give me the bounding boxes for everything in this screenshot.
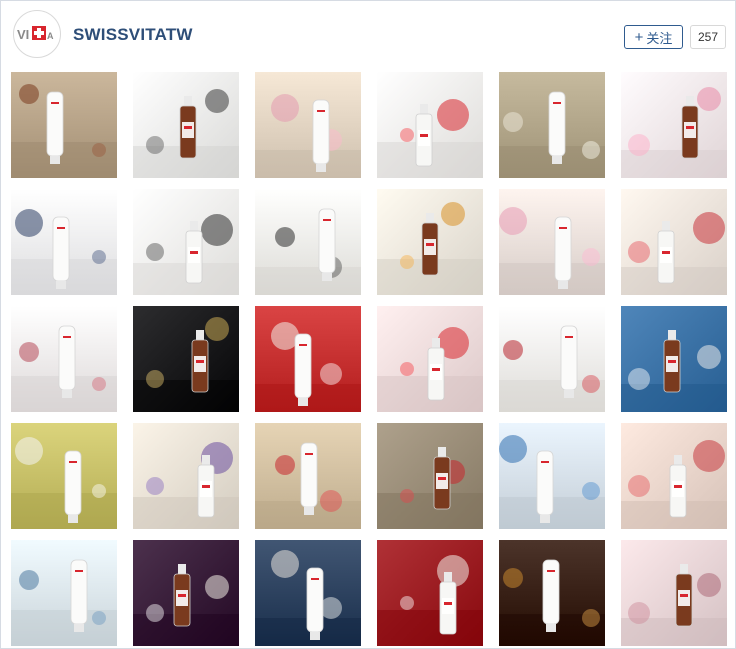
product-photo-image xyxy=(11,189,117,295)
photo-thumbnail[interactable] xyxy=(499,423,605,529)
follower-count-badge: 257 xyxy=(690,25,726,49)
product-photo-image xyxy=(133,540,239,646)
photo-thumbnail[interactable] xyxy=(499,72,605,178)
photo-thumbnail[interactable] xyxy=(499,189,605,295)
photo-thumbnail[interactable] xyxy=(255,306,361,412)
product-photo-image xyxy=(499,72,605,178)
product-photo-image xyxy=(377,306,483,412)
photo-thumbnail[interactable] xyxy=(11,306,117,412)
product-photo-image xyxy=(255,72,361,178)
product-photo-image xyxy=(499,306,605,412)
product-photo-image xyxy=(255,540,361,646)
photo-thumbnail[interactable] xyxy=(133,306,239,412)
profile-header: VI A SWISSVITATW + 关注 257 xyxy=(1,1,735,67)
photo-thumbnail[interactable] xyxy=(255,423,361,529)
photo-thumbnail[interactable] xyxy=(621,540,727,646)
photo-thumbnail[interactable] xyxy=(377,306,483,412)
product-photo-image xyxy=(621,423,727,529)
profile-name[interactable]: SWISSVITATW xyxy=(73,25,193,45)
avatar[interactable]: VI A xyxy=(13,10,61,58)
product-photo-image xyxy=(133,423,239,529)
product-photo-image xyxy=(621,306,727,412)
product-photo-image xyxy=(377,540,483,646)
product-photo-image xyxy=(499,189,605,295)
photo-thumbnail[interactable] xyxy=(621,72,727,178)
photo-thumbnail[interactable] xyxy=(133,423,239,529)
photo-thumbnail[interactable] xyxy=(377,72,483,178)
photo-thumbnail[interactable] xyxy=(11,72,117,178)
photo-thumbnail[interactable] xyxy=(11,189,117,295)
svg-text:A: A xyxy=(47,31,54,41)
photo-thumbnail[interactable] xyxy=(377,540,483,646)
product-photo-image xyxy=(255,306,361,412)
product-photo-image xyxy=(11,72,117,178)
follow-label: 关注 xyxy=(646,30,673,46)
product-photo-image xyxy=(133,72,239,178)
follow-button[interactable]: + 关注 xyxy=(624,25,683,49)
svg-text:VI: VI xyxy=(17,27,29,42)
product-photo-image xyxy=(377,423,483,529)
product-photo-image xyxy=(133,189,239,295)
photo-thumbnail[interactable] xyxy=(255,72,361,178)
product-photo-image xyxy=(499,540,605,646)
photo-thumbnail[interactable] xyxy=(499,540,605,646)
product-photo-image xyxy=(621,189,727,295)
product-photo-image xyxy=(11,540,117,646)
photo-thumbnail[interactable] xyxy=(499,306,605,412)
product-photo-image xyxy=(255,189,361,295)
photo-thumbnail[interactable] xyxy=(621,423,727,529)
photo-thumbnail[interactable] xyxy=(255,189,361,295)
photo-thumbnail[interactable] xyxy=(11,540,117,646)
product-photo-image xyxy=(499,423,605,529)
photo-thumbnail[interactable] xyxy=(133,72,239,178)
plus-icon: + xyxy=(634,28,644,46)
photo-grid xyxy=(11,72,727,646)
photo-thumbnail[interactable] xyxy=(133,540,239,646)
photo-thumbnail[interactable] xyxy=(377,423,483,529)
product-photo-image xyxy=(11,306,117,412)
product-photo-image xyxy=(621,72,727,178)
photo-thumbnail[interactable] xyxy=(11,423,117,529)
profile-panel: VI A SWISSVITATW + 关注 257 xyxy=(0,0,736,649)
photo-thumbnail[interactable] xyxy=(621,306,727,412)
photo-thumbnail[interactable] xyxy=(255,540,361,646)
product-photo-image xyxy=(133,306,239,412)
photo-thumbnail[interactable] xyxy=(621,189,727,295)
product-photo-image xyxy=(255,423,361,529)
product-photo-image xyxy=(377,72,483,178)
swissvita-logo-icon: VI A xyxy=(17,26,54,42)
photo-thumbnail[interactable] xyxy=(377,189,483,295)
photo-thumbnail[interactable] xyxy=(133,189,239,295)
product-photo-image xyxy=(621,540,727,646)
product-photo-image xyxy=(377,189,483,295)
product-photo-image xyxy=(11,423,117,529)
